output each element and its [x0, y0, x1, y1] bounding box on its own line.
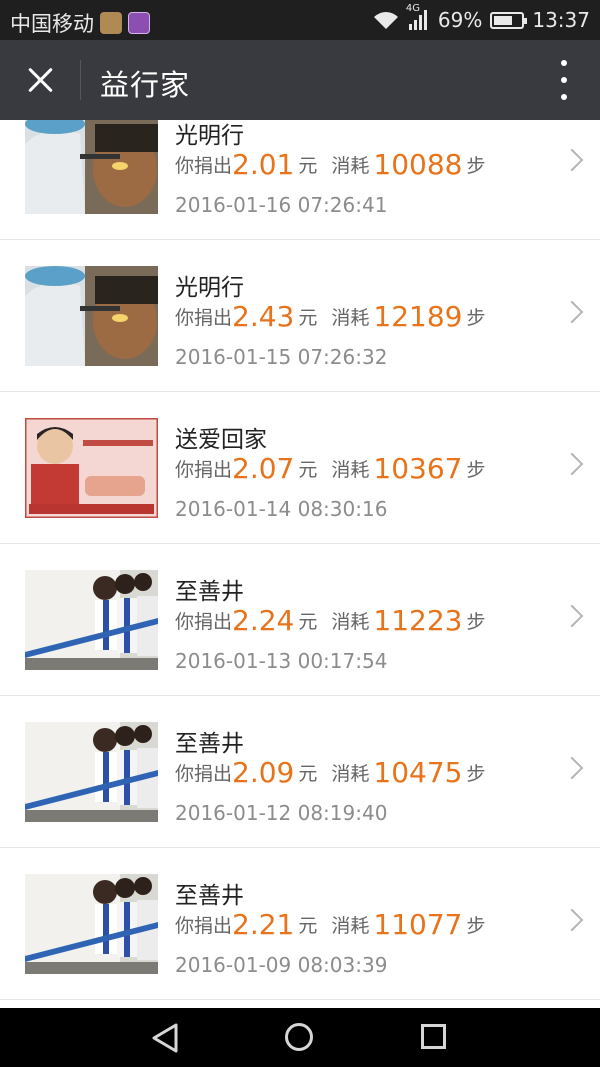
project-thumbnail: [25, 266, 158, 366]
currency-unit: 元: [298, 155, 318, 177]
step-unit: 步: [466, 763, 486, 785]
battery-icon: [490, 11, 528, 29]
step-unit: 步: [466, 155, 486, 177]
donation-amount: 2.07: [232, 452, 295, 485]
donation-time: 2016-01-13 00:17:54: [175, 649, 388, 673]
home-circle-icon[interactable]: [285, 1023, 313, 1051]
consume-prefix: 消耗: [331, 155, 370, 177]
currency-unit: 元: [298, 459, 318, 481]
step-unit: 步: [466, 307, 486, 329]
step-unit: 步: [466, 915, 486, 937]
step-unit: 步: [466, 459, 486, 481]
title-bar: 益行家: [0, 40, 600, 120]
donate-prefix: 你捐出: [175, 459, 233, 481]
donate-prefix: 你捐出: [175, 155, 233, 177]
currency-unit: 元: [298, 611, 318, 633]
step-count: 10475: [373, 756, 463, 789]
step-unit: 步: [466, 611, 486, 633]
donation-amount: 2.09: [232, 756, 295, 789]
system-nav-bar: [0, 1008, 600, 1067]
chevron-right-icon: [560, 604, 584, 628]
list-item[interactable]: 送爱回家 你捐出2.07 元消耗 10367 步 2016-01-14 08:30:16: [0, 392, 600, 544]
step-count: 11223: [373, 604, 463, 637]
donation-summary: 你捐出2.07 元消耗 10367 步: [175, 452, 485, 485]
recent-apps-icon[interactable]: [421, 1024, 446, 1049]
more-options-icon[interactable]: [558, 60, 570, 100]
status-bar: 中国移动 4G 69% 13:37: [0, 0, 600, 40]
list-item[interactable]: 光明行 你捐出2.43 元消耗 12189 步 2016-01-15 07:26:32: [0, 240, 600, 392]
list-item[interactable]: 至善井 你捐出2.09 元消耗 10475 步 2016-01-12 08:19:40: [0, 696, 600, 848]
consume-prefix: 消耗: [331, 459, 370, 481]
project-title: 至善井: [175, 883, 244, 909]
list-item[interactable]: 光明行 你捐出2.01 元消耗 10088 步 2016-01-16 07:26:41: [0, 120, 600, 240]
donate-prefix: 你捐出: [175, 763, 233, 785]
back-triangle-icon[interactable]: [150, 1022, 182, 1054]
donation-time: 2016-01-15 07:26:32: [175, 345, 388, 369]
consume-prefix: 消耗: [331, 307, 370, 329]
donation-summary: 你捐出2.43 元消耗 12189 步: [175, 300, 485, 333]
step-count: 11077: [373, 908, 463, 941]
donation-amount: 2.21: [232, 908, 295, 941]
project-title: 至善井: [175, 579, 244, 605]
donation-amount: 2.24: [232, 604, 295, 637]
project-title: 至善井: [175, 731, 244, 757]
clock: 13:37: [532, 8, 590, 32]
title-divider: [80, 60, 81, 100]
donation-summary: 你捐出2.09 元消耗 10475 步: [175, 756, 485, 789]
step-count: 10088: [373, 148, 463, 181]
donation-time: 2016-01-16 07:26:41: [175, 193, 388, 217]
project-thumbnail: [25, 874, 158, 974]
consume-prefix: 消耗: [331, 763, 370, 785]
step-count: 10367: [373, 452, 463, 485]
network-type-label: 4G: [405, 3, 421, 14]
status-left: 中国移动: [10, 8, 150, 38]
chevron-right-icon: [560, 148, 584, 172]
project-thumbnail: [25, 418, 158, 518]
donate-prefix: 你捐出: [175, 915, 233, 937]
app-notification-icon: [100, 12, 122, 34]
donation-rows: 光明行 你捐出2.01 元消耗 10088 步 2016-01-16 07:26:41 光明…: [0, 120, 600, 1000]
project-thumbnail: [25, 570, 158, 670]
list-item[interactable]: 至善井 你捐出2.24 元消耗 11223 步 2016-01-13 00:17:54: [0, 544, 600, 696]
status-right: 4G 69% 13:37: [372, 3, 590, 32]
donation-amount: 2.43: [232, 300, 295, 333]
chevron-right-icon: [560, 756, 584, 780]
project-thumbnail: [25, 120, 158, 214]
donation-time: 2016-01-14 08:30:16: [175, 497, 388, 521]
wifi-icon: [373, 12, 398, 29]
close-icon[interactable]: [18, 58, 62, 102]
project-title: 光明行: [175, 123, 244, 149]
consume-prefix: 消耗: [331, 611, 370, 633]
page-title: 益行家: [100, 68, 191, 102]
list-item[interactable]: 至善井 你捐出2.21 元消耗 11077 步 2016-01-09 08:03:39: [0, 848, 600, 1000]
chevron-right-icon: [560, 452, 584, 476]
donation-amount: 2.01: [232, 148, 295, 181]
donation-record-list[interactable]: 光明行 你捐出2.01 元消耗 10088 步 2016-01-16 07:26:41 光明…: [0, 120, 600, 1008]
donate-prefix: 你捐出: [175, 611, 233, 633]
donation-time: 2016-01-12 08:19:40: [175, 801, 388, 825]
currency-unit: 元: [298, 763, 318, 785]
project-title: 光明行: [175, 275, 244, 301]
donation-summary: 你捐出2.24 元消耗 11223 步: [175, 604, 485, 637]
chevron-right-icon: [560, 300, 584, 324]
project-title: 送爱回家: [175, 427, 267, 453]
carrier-label: 中国移动: [10, 12, 94, 36]
step-count: 12189: [373, 300, 463, 333]
donate-prefix: 你捐出: [175, 307, 233, 329]
battery-percent: 69%: [437, 8, 483, 32]
donation-time: 2016-01-09 08:03:39: [175, 953, 388, 977]
currency-unit: 元: [298, 307, 318, 329]
currency-unit: 元: [298, 915, 318, 937]
project-thumbnail: [25, 722, 158, 822]
donation-summary: 你捐出2.01 元消耗 10088 步: [175, 148, 485, 181]
consume-prefix: 消耗: [331, 915, 370, 937]
chevron-right-icon: [560, 908, 584, 932]
gallery-notification-icon: [128, 12, 150, 34]
donation-summary: 你捐出2.21 元消耗 11077 步: [175, 908, 485, 941]
